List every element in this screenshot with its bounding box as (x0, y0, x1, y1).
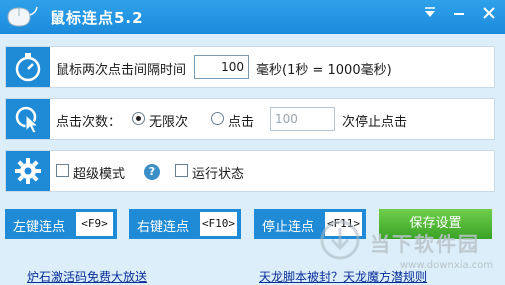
right-click-button[interactable]: 右键连点 <F10> (129, 209, 241, 239)
cursor-click-icon (6, 99, 50, 139)
click-count-row: 点击次数： 无限次 点击 100 次停止点击 (5, 98, 495, 140)
interval-input[interactable]: 100 (194, 55, 249, 79)
unlimited-radio-label[interactable]: 无限次 (149, 111, 188, 130)
mouse-app-icon (7, 6, 38, 27)
run-state-checkbox[interactable] (175, 164, 188, 177)
settings-row: 超级模式 ? 运行状态 (5, 150, 495, 192)
interval-unit-note: 毫秒(1秒 = 1000毫秒) (256, 63, 392, 78)
promo-link-left[interactable]: 炉石激活码免费大放送 (27, 268, 147, 285)
right-click-label: 右键连点 (137, 220, 190, 235)
interval-row: 鼠标两次点击间隔时间 100 毫秒(1秒 = 1000毫秒) (5, 46, 495, 88)
minimize-icon[interactable] (449, 4, 469, 22)
click-count-radio[interactable] (211, 112, 224, 125)
close-icon[interactable] (479, 4, 499, 22)
click-count-input[interactable]: 100 (270, 107, 335, 131)
window-title: 鼠标连点5.2 (50, 9, 144, 27)
dropdown-menu-icon[interactable] (420, 4, 440, 22)
click-count-label: 点击次数： (56, 115, 122, 130)
left-click-button[interactable]: 左键连点 <F9> (5, 209, 117, 239)
help-icon[interactable]: ? (144, 164, 160, 180)
title-bar: 鼠标连点5.2 (0, 0, 505, 34)
unlimited-radio[interactable] (132, 112, 145, 125)
promo-link-right[interactable]: 天龙脚本被封？天龙魔方潜规则 (259, 268, 427, 285)
stop-after-label: 次停止点击 (342, 115, 408, 130)
stop-click-label: 停止连点 (262, 220, 315, 235)
gear-icon (6, 151, 50, 191)
interval-label: 鼠标两次点击间隔时间 (56, 63, 187, 78)
right-click-hotkey-field[interactable]: <F10> (200, 212, 237, 236)
click-count-radio-label[interactable]: 点击 (228, 111, 254, 130)
watermark-text: 当下软件园 (370, 232, 480, 256)
run-state-label[interactable]: 运行状态 (192, 163, 244, 182)
left-click-label: 左键连点 (13, 220, 66, 235)
left-click-hotkey-field[interactable]: <F9> (76, 212, 113, 236)
super-mode-label[interactable]: 超级模式 (73, 163, 125, 182)
stopwatch-icon (6, 47, 50, 87)
super-mode-checkbox[interactable] (56, 164, 69, 177)
watermark-logo-icon (320, 220, 360, 260)
